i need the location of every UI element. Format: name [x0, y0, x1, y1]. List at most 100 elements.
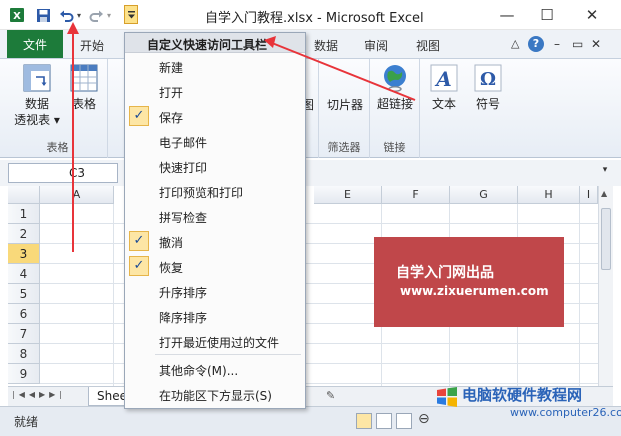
ribbon: 数据 透视表 ▾ 表格 表格 图 切片器 筛选器 超链接 链接 A 文本 Ω 符…: [0, 58, 621, 158]
symbol-label: 符号: [475, 97, 500, 111]
row-header-selected[interactable]: 3: [8, 244, 40, 264]
slicer-button[interactable]: 切片器: [323, 97, 367, 113]
minimize-ribbon-button[interactable]: △: [505, 33, 525, 58]
zoom-out-icon[interactable]: ⊖: [418, 411, 430, 427]
menu-item-label: 其他命令(M)...: [159, 364, 239, 378]
menu-item-spelling[interactable]: 拼写检查: [125, 205, 305, 227]
slicer-label: 切片器: [326, 98, 363, 112]
formula-expand-icon[interactable]: ▾: [598, 165, 612, 181]
svg-text:A: A: [434, 67, 452, 91]
row-header[interactable]: 9: [8, 364, 40, 384]
watermark-box: 自学入门网出品 www.zixuerumen.com: [374, 237, 564, 327]
maximize-button[interactable]: ☐: [525, 0, 569, 30]
checkmark-icon: ✓: [129, 231, 149, 251]
tab-data[interactable]: 数据: [308, 33, 344, 58]
row-header[interactable]: 1: [8, 204, 40, 224]
page-break-view-icon[interactable]: [396, 413, 412, 429]
row-header[interactable]: 6: [8, 304, 40, 324]
tab-view[interactable]: 视图: [410, 33, 446, 58]
hyperlink-button[interactable]: 超链接: [372, 63, 418, 112]
doc-minimize-button[interactable]: –: [548, 33, 566, 58]
menu-item-label: 电子邮件: [159, 136, 208, 150]
scroll-thumb[interactable]: [601, 208, 611, 270]
tab-home[interactable]: 开始: [74, 33, 110, 58]
minimize-button[interactable]: —: [485, 0, 529, 30]
column-header-a[interactable]: A: [40, 186, 114, 204]
hyperlink-globe-icon: [384, 65, 406, 92]
row-header[interactable]: 4: [8, 264, 40, 284]
doc-close-button[interactable]: ✕: [585, 33, 607, 58]
sheet-nav-icons[interactable]: |◀◀▶▶|: [12, 390, 66, 399]
column-header-e[interactable]: E: [314, 186, 382, 204]
menu-item-email[interactable]: 电子邮件: [125, 130, 305, 152]
symbol-icon: Ω: [474, 64, 502, 92]
menu-item-print-preview[interactable]: 打印预览和打印: [125, 180, 305, 202]
group-label-links: 链接: [383, 141, 406, 154]
pivot-table-icon: [23, 64, 51, 92]
row-header[interactable]: 2: [8, 224, 40, 244]
vertical-scrollbar[interactable]: ▲: [598, 186, 613, 386]
menu-item-sort-ascending[interactable]: 升序排序: [125, 280, 305, 302]
menu-item-label: 打开最近使用过的文件: [159, 336, 280, 350]
grid-line: [579, 204, 580, 386]
insert-sheet-icon[interactable]: ✎: [326, 389, 342, 404]
corner-select-all[interactable]: [8, 186, 40, 204]
scroll-up-icon[interactable]: ▲: [601, 189, 607, 198]
pivot-table-button[interactable]: 数据 透视表 ▾: [12, 63, 62, 128]
redo-dropdown-icon[interactable]: ▾: [105, 6, 113, 24]
watermark-line2: www.zixuerumen.com: [400, 284, 549, 298]
svg-text:X: X: [13, 11, 21, 22]
column-header-g[interactable]: G: [450, 186, 518, 204]
page-layout-view-icon[interactable]: [376, 413, 392, 429]
column-header-i[interactable]: I: [580, 186, 598, 204]
close-button[interactable]: ✕: [570, 0, 614, 30]
save-icon[interactable]: [34, 6, 52, 24]
undo-icon[interactable]: [58, 6, 74, 24]
menu-item-quick-print[interactable]: 快速打印: [125, 155, 305, 177]
tab-review[interactable]: 审阅: [358, 33, 394, 58]
column-header-h[interactable]: H: [518, 186, 580, 204]
symbol-button[interactable]: Ω 符号: [468, 63, 508, 112]
menu-item-recent-files[interactable]: 打开最近使用过的文件: [125, 330, 305, 352]
column-header-f[interactable]: F: [382, 186, 450, 204]
pivot-line2: 透视表 ▾: [14, 113, 60, 127]
menu-item-save[interactable]: ✓ 保存: [125, 105, 305, 127]
pivot-line1: 数据: [24, 97, 49, 111]
help-icon[interactable]: ?: [528, 36, 544, 52]
group-label-filter: 筛选器: [327, 141, 361, 154]
text-icon: A: [430, 64, 458, 92]
menu-item-sort-descending[interactable]: 降序排序: [125, 305, 305, 327]
row-header[interactable]: 5: [8, 284, 40, 304]
menu-item-more-commands[interactable]: 其他命令(M)...: [125, 358, 305, 380]
svg-text:Ω: Ω: [480, 69, 496, 90]
status-text: 就绪: [14, 415, 39, 429]
checkmark-icon: ✓: [129, 256, 149, 276]
redo-icon[interactable]: [88, 6, 104, 24]
row-header[interactable]: 8: [8, 344, 40, 364]
table-button[interactable]: 表格: [64, 63, 104, 112]
undo-dropdown-icon[interactable]: ▾: [75, 6, 83, 24]
hyperlink-label: 超链接: [376, 97, 413, 111]
menu-item-open[interactable]: 打开: [125, 80, 305, 102]
brand-watermark-line2: www.computer26.com: [510, 406, 621, 419]
ribbon-group-links: 超链接 链接: [370, 59, 420, 158]
menu-item-new[interactable]: 新建: [125, 55, 305, 77]
excel-app-icon[interactable]: X: [8, 6, 26, 24]
menu-item-label: 快速打印: [159, 161, 208, 175]
name-box[interactable]: C3: [8, 163, 118, 183]
menu-item-label: 升序排序: [159, 286, 208, 300]
menu-item-undo[interactable]: ✓ 撤消: [125, 230, 305, 252]
window-title: 自学入门教程.xlsx - Microsoft Excel: [205, 11, 424, 26]
text-button[interactable]: A 文本: [424, 63, 464, 112]
ribbon-tab-row: 文件 开始 数据 审阅 视图 △ ? – ▭ ✕: [0, 30, 621, 58]
menu-item-redo[interactable]: ✓ 恢复: [125, 255, 305, 277]
brand-watermark-line1: 电脑软硬件教程网: [462, 386, 583, 404]
menu-item-show-below-ribbon[interactable]: 在功能区下方显示(S): [125, 383, 305, 405]
tab-file[interactable]: 文件: [7, 30, 63, 58]
row-header[interactable]: 7: [8, 324, 40, 344]
menu-item-label: 打开: [159, 86, 184, 100]
watermark-line1: 自学入门网出品: [396, 265, 494, 281]
customize-qat-button[interactable]: [124, 5, 138, 24]
group-label-tables: 表格: [46, 141, 69, 154]
normal-view-icon[interactable]: [356, 413, 372, 429]
